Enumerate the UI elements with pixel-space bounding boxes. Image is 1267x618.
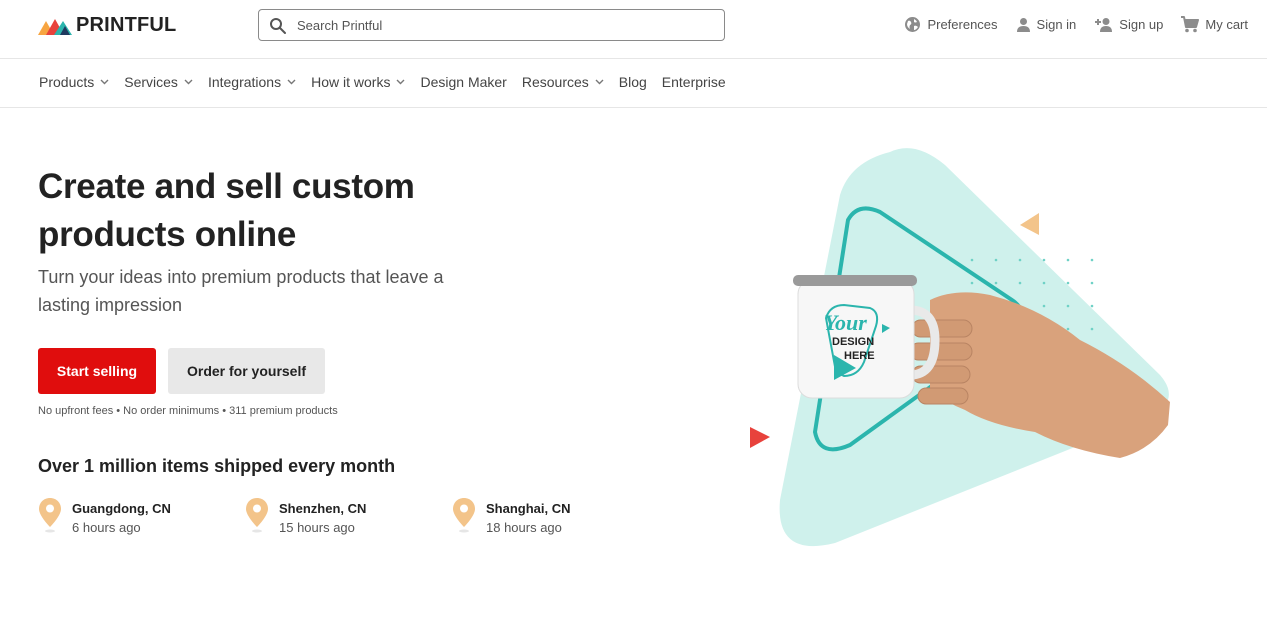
cart-link[interactable]: My cart — [1181, 16, 1248, 33]
preferences-link[interactable]: Preferences — [904, 16, 998, 33]
hero-fine-print: No upfront fees • No order minimums • 31… — [38, 405, 338, 417]
orange-triangle-shape — [1020, 213, 1039, 235]
nav-item-integrations[interactable]: Integrations — [208, 74, 296, 90]
cart-icon — [1181, 16, 1200, 33]
main-nav: Products Services Integrations How it wo… — [0, 59, 1267, 108]
mug-print-design: DESIGN — [832, 336, 874, 348]
hero-subtitle: Turn your ideas into premium products th… — [38, 267, 444, 315]
location-time: 15 hours ago — [279, 520, 355, 535]
nav-item-enterprise[interactable]: Enterprise — [662, 74, 726, 90]
sign-up-label: Sign up — [1119, 17, 1164, 32]
nav-label: Services — [124, 74, 178, 90]
chevron-down-icon — [595, 79, 604, 85]
nav-item-blog[interactable]: Blog — [619, 74, 647, 90]
location-time: 6 hours ago — [72, 520, 141, 535]
top-header: PRINTFUL Preferences Sign in — [0, 0, 1267, 59]
search-icon — [270, 18, 286, 34]
nav-label: Integrations — [207, 74, 282, 90]
mug-print-your: Your — [824, 310, 867, 335]
location-city: Guangdong, CN — [72, 501, 171, 516]
preferences-label: Preferences — [927, 17, 998, 32]
nav-item-resources[interactable]: Resources — [522, 74, 604, 90]
nav-item-services[interactable]: Services — [124, 74, 193, 90]
globe-icon — [905, 17, 921, 32]
location-pin-icon — [39, 498, 61, 533]
chevron-down-icon — [396, 79, 405, 85]
search-input[interactable] — [297, 10, 707, 40]
nav-label: Products — [39, 74, 95, 90]
location-pin-icon — [246, 498, 268, 533]
location-item: Guangdong, CN 6 hours ago — [38, 497, 171, 539]
sign-in-label: Sign in — [1036, 17, 1077, 32]
search-box[interactable] — [258, 9, 725, 41]
start-selling-button[interactable]: Start selling — [38, 348, 156, 394]
chevron-down-icon — [100, 79, 109, 85]
nav-item-how-it-works[interactable]: How it works — [311, 74, 405, 90]
nav-label: Blog — [618, 74, 647, 90]
location-city: Shanghai, CN — [486, 501, 571, 516]
user-icon — [1016, 18, 1030, 32]
hero-title: Create and sell custom products online — [38, 167, 415, 254]
nav-label: How it works — [311, 74, 391, 90]
brand-logo[interactable]: PRINTFUL — [38, 14, 176, 37]
sign-in-link[interactable]: Sign in — [1016, 17, 1077, 32]
chevron-down-icon — [184, 79, 193, 85]
shipped-title: Over 1 million items shipped every month — [38, 456, 396, 476]
top-actions: Preferences Sign in Sign up My cart — [904, 16, 1248, 33]
hero-illustration: Your DESIGN HERE — [750, 148, 1170, 547]
nav-label: Enterprise — [661, 74, 726, 90]
location-time: 18 hours ago — [486, 520, 562, 535]
location-item: Shenzhen, CN 15 hours ago — [245, 497, 366, 539]
order-for-yourself-button[interactable]: Order for yourself — [168, 348, 325, 394]
mug-rim-shape — [793, 275, 917, 286]
printful-logo-icon — [38, 18, 72, 35]
location-item: Shanghai, CN 18 hours ago — [452, 497, 571, 539]
chevron-down-icon — [287, 79, 296, 85]
cart-label: My cart — [1205, 17, 1248, 32]
location-city: Shenzhen, CN — [279, 501, 367, 516]
nav-label: Resources — [521, 74, 589, 90]
red-triangle-shape — [750, 427, 770, 448]
nav-item-products[interactable]: Products — [39, 74, 109, 90]
nav-label: Design Maker — [420, 74, 507, 90]
add-user-icon — [1095, 18, 1113, 32]
mug-print-here: HERE — [844, 350, 875, 362]
nav-item-design-maker[interactable]: Design Maker — [420, 74, 506, 90]
brand-name: PRINTFUL — [76, 14, 177, 36]
sign-up-link[interactable]: Sign up — [1094, 17, 1163, 32]
location-pin-icon — [453, 498, 475, 533]
